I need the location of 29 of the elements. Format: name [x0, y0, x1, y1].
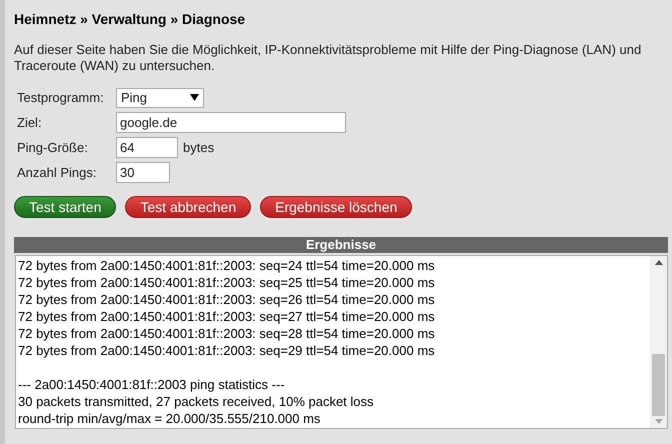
- output-line: 72 bytes from 2a00:1450:4001:81f::2003: seq=24 ttl=54 time=20.000 ms: [18, 257, 435, 274]
- input-field[interactable]: 64: [116, 137, 178, 158]
- output-line: round-trip min/avg/max = 20.000/35.555/210.000 ms: [18, 410, 320, 427]
- unit-label: bytes: [183, 138, 214, 157]
- output-line: 30 packets transmitted, 27 packets received, 10% packet loss: [18, 393, 374, 410]
- scroll-down-icon[interactable]: [654, 419, 662, 424]
- field-label: Ziel:: [17, 114, 43, 132]
- field-label: Ping-Größe:: [17, 138, 89, 157]
- output-line: --- 2a00:1450:4001:81f::2003 ping statistics ---: [18, 376, 285, 393]
- field-label: Anzahl Pings:: [17, 164, 98, 182]
- input-field[interactable]: 30: [116, 162, 170, 183]
- action-button[interactable]: Ergebnisse löschen: [260, 196, 412, 218]
- output-line: 72 bytes from 2a00:1450:4001:81f::2003: seq=25 ttl=54 time=20.000 ms: [18, 274, 435, 291]
- field-label: Testprogramm:: [17, 88, 105, 107]
- output-line: 72 bytes from 2a00:1450:4001:81f::2003: seq=27 ttl=54 time=20.000 ms: [18, 308, 435, 325]
- program-select[interactable]: Ping: [116, 88, 204, 108]
- input-field[interactable]: google.de: [116, 112, 346, 133]
- dropdown-caret-icon: [190, 94, 199, 101]
- action-button[interactable]: Test starten: [14, 196, 116, 218]
- output-line: 72 bytes from 2a00:1450:4001:81f::2003: seq=26 ttl=54 time=20.000 ms: [18, 291, 435, 308]
- description-text: Auf dieser Seite haben Sie die Möglichkeit, IP-Konnektivitätsprobleme mit Hilfe der Ping-Diagnose (LAN) und Traceroute (WAN) zu untersuchen.: [14, 42, 642, 74]
- action-button[interactable]: Test abbrechen: [125, 196, 252, 218]
- scroll-up-icon[interactable]: [654, 260, 662, 265]
- output-line: 72 bytes from 2a00:1450:4001:81f::2003: seq=29 ttl=54 time=20.000 ms: [18, 342, 435, 359]
- scroll-thumb[interactable]: [652, 354, 665, 416]
- results-header: Ergebnisse: [14, 237, 668, 253]
- breadcrumb-title: Heimnetz » Verwaltung » Diagnose: [14, 10, 246, 29]
- output-line: 72 bytes from 2a00:1450:4001:81f::2003: seq=28 ttl=54 time=20.000 ms: [18, 325, 435, 342]
- scrollbar[interactable]: [650, 256, 667, 428]
